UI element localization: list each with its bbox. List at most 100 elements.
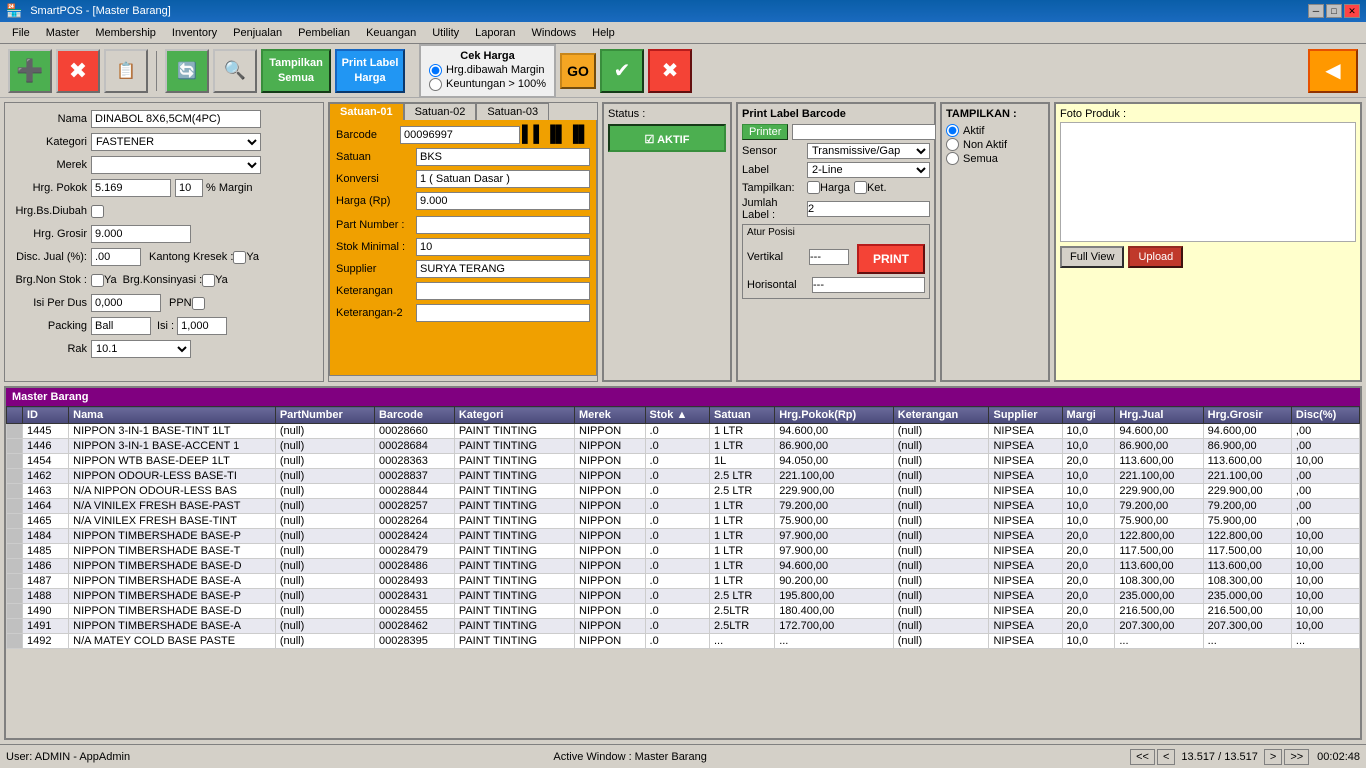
- next-page-button[interactable]: >: [1264, 749, 1282, 765]
- menu-windows[interactable]: Windows: [524, 25, 585, 41]
- satuan-input[interactable]: [416, 148, 590, 166]
- radio-keuntungan[interactable]: [429, 78, 442, 91]
- th-stok[interactable]: Stok ▲: [645, 407, 709, 424]
- tampilkan-nonaktif-radio[interactable]: [946, 138, 959, 151]
- supplier-input[interactable]: [416, 260, 590, 278]
- jumlah-input[interactable]: [807, 201, 930, 217]
- table-row[interactable]: 1445NIPPON 3-IN-1 BASE-TINT 1LT(null)000…: [7, 424, 1360, 439]
- table-row[interactable]: 1490NIPPON TIMBERSHADE BASE-D(null)00028…: [7, 604, 1360, 619]
- table-scroll-area[interactable]: ID Nama PartNumber Barcode Kategori Mere…: [6, 406, 1360, 738]
- table-row[interactable]: 1487NIPPON TIMBERSHADE BASE-A(null)00028…: [7, 574, 1360, 589]
- menu-penjualan[interactable]: Penjualan: [225, 25, 290, 41]
- harga-input[interactable]: [416, 192, 590, 210]
- table-row[interactable]: 1492N/A MATEY COLD BASE PASTE(null)00028…: [7, 634, 1360, 649]
- menu-master[interactable]: Master: [38, 25, 88, 41]
- edit-button[interactable]: 📋: [104, 49, 148, 93]
- kantong-checkbox[interactable]: [233, 251, 246, 264]
- search-button[interactable]: 🔍: [213, 49, 257, 93]
- th-id[interactable]: ID: [23, 407, 69, 424]
- vertikal-input[interactable]: [809, 249, 849, 265]
- table-row[interactable]: 1463N/A NIPPON ODOUR-LESS BAS(null)00028…: [7, 484, 1360, 499]
- go-button[interactable]: GO: [560, 53, 596, 89]
- rak-select[interactable]: 10.1: [91, 340, 191, 358]
- th-hrg-pokok[interactable]: Hrg.Pokok(Rp): [775, 407, 894, 424]
- table-row[interactable]: 1491NIPPON TIMBERSHADE BASE-A(null)00028…: [7, 619, 1360, 634]
- print-button[interactable]: PRINT: [857, 244, 925, 274]
- th-margi[interactable]: Margi: [1062, 407, 1115, 424]
- harga-check[interactable]: [807, 181, 820, 194]
- menu-file[interactable]: File: [4, 25, 38, 41]
- printer-input[interactable]: [792, 124, 936, 140]
- hrg-bs-checkbox[interactable]: [91, 205, 104, 218]
- minimize-button[interactable]: ─: [1308, 4, 1324, 18]
- th-supplier[interactable]: Supplier: [989, 407, 1062, 424]
- menu-pembelian[interactable]: Pembelian: [290, 25, 358, 41]
- delete-button[interactable]: ✖: [56, 49, 100, 93]
- disc-input[interactable]: [91, 248, 141, 266]
- keterangan2-input[interactable]: [416, 304, 590, 322]
- horisontal-input[interactable]: [812, 277, 925, 293]
- th-satuan[interactable]: Satuan: [710, 407, 775, 424]
- refresh-button[interactable]: 🔄: [165, 49, 209, 93]
- table-row[interactable]: 1488NIPPON TIMBERSHADE BASE-P(null)00028…: [7, 589, 1360, 604]
- menu-inventory[interactable]: Inventory: [164, 25, 225, 41]
- print-label-button[interactable]: Print LabelHarga: [335, 49, 405, 93]
- stok-minimal-input[interactable]: [416, 238, 590, 256]
- menu-membership[interactable]: Membership: [87, 25, 164, 41]
- keterangan-input[interactable]: [416, 282, 590, 300]
- confirm-button[interactable]: ✔: [600, 49, 644, 93]
- label-select[interactable]: 2-Line: [807, 162, 930, 178]
- tampilkan-semua-radio[interactable]: [946, 152, 959, 165]
- upload-button[interactable]: Upload: [1128, 246, 1183, 268]
- menu-laporan[interactable]: Laporan: [467, 25, 523, 41]
- close-button[interactable]: ✕: [1344, 4, 1360, 18]
- fullview-button[interactable]: Full View: [1060, 246, 1124, 268]
- printer-button[interactable]: Printer: [742, 124, 788, 140]
- radio-hrg-margin[interactable]: [429, 64, 442, 77]
- th-barcode[interactable]: Barcode: [374, 407, 454, 424]
- kategori-select[interactable]: FASTENER: [91, 133, 261, 151]
- table-row[interactable]: 1462NIPPON ODOUR-LESS BASE-TI(null)00028…: [7, 469, 1360, 484]
- brg-non-stok-checkbox[interactable]: [91, 274, 104, 287]
- first-page-button[interactable]: <<: [1130, 749, 1155, 765]
- cancel-button[interactable]: ✖: [648, 49, 692, 93]
- th-hrg-grosir[interactable]: Hrg.Grosir: [1203, 407, 1291, 424]
- th-partnumber[interactable]: PartNumber: [275, 407, 374, 424]
- konversi-input[interactable]: [416, 170, 590, 188]
- th-hrg-jual[interactable]: Hrg.Jual: [1115, 407, 1203, 424]
- tab-satuan-03[interactable]: Satuan-03: [476, 103, 549, 120]
- margin-input[interactable]: [175, 179, 203, 197]
- ket-check[interactable]: [854, 181, 867, 194]
- restore-button[interactable]: □: [1326, 4, 1342, 18]
- th-disc[interactable]: Disc(%): [1291, 407, 1359, 424]
- back-button[interactable]: ◀: [1308, 49, 1358, 93]
- merek-select[interactable]: [91, 156, 261, 174]
- nama-input[interactable]: [91, 110, 261, 128]
- last-page-button[interactable]: >>: [1284, 749, 1309, 765]
- brg-konsinyasi-checkbox[interactable]: [202, 274, 215, 287]
- table-row[interactable]: 1485NIPPON TIMBERSHADE BASE-T(null)00028…: [7, 544, 1360, 559]
- table-row[interactable]: 1446NIPPON 3-IN-1 BASE-ACCENT 1(null)000…: [7, 439, 1360, 454]
- isi-input[interactable]: [177, 317, 227, 335]
- tampilkan-aktif-radio[interactable]: [946, 124, 959, 137]
- add-button[interactable]: ➕: [8, 49, 52, 93]
- th-nama[interactable]: Nama: [69, 407, 276, 424]
- hrg-pokok-input[interactable]: [91, 179, 171, 197]
- isi-per-dus-input[interactable]: [91, 294, 161, 312]
- menu-help[interactable]: Help: [584, 25, 623, 41]
- table-row[interactable]: 1465N/A VINILEX FRESH BASE-TINT(null)000…: [7, 514, 1360, 529]
- table-row[interactable]: 1484NIPPON TIMBERSHADE BASE-P(null)00028…: [7, 529, 1360, 544]
- menu-keuangan[interactable]: Keuangan: [358, 25, 424, 41]
- packing-input[interactable]: [91, 317, 151, 335]
- th-keterangan[interactable]: Keterangan: [893, 407, 989, 424]
- part-number-input[interactable]: [416, 216, 590, 234]
- th-kategori[interactable]: Kategori: [454, 407, 574, 424]
- table-row[interactable]: 1464N/A VINILEX FRESH BASE-PAST(null)000…: [7, 499, 1360, 514]
- prev-page-button[interactable]: <: [1157, 749, 1175, 765]
- table-row[interactable]: 1454NIPPON WTB BASE-DEEP 1LT(null)000283…: [7, 454, 1360, 469]
- tab-satuan-01[interactable]: Satuan-01: [329, 103, 404, 120]
- tab-satuan-02[interactable]: Satuan-02: [404, 103, 477, 120]
- th-merek[interactable]: Merek: [575, 407, 646, 424]
- menu-utility[interactable]: Utility: [424, 25, 467, 41]
- tampilkan-semua-button[interactable]: TampilkanSemua: [261, 49, 331, 93]
